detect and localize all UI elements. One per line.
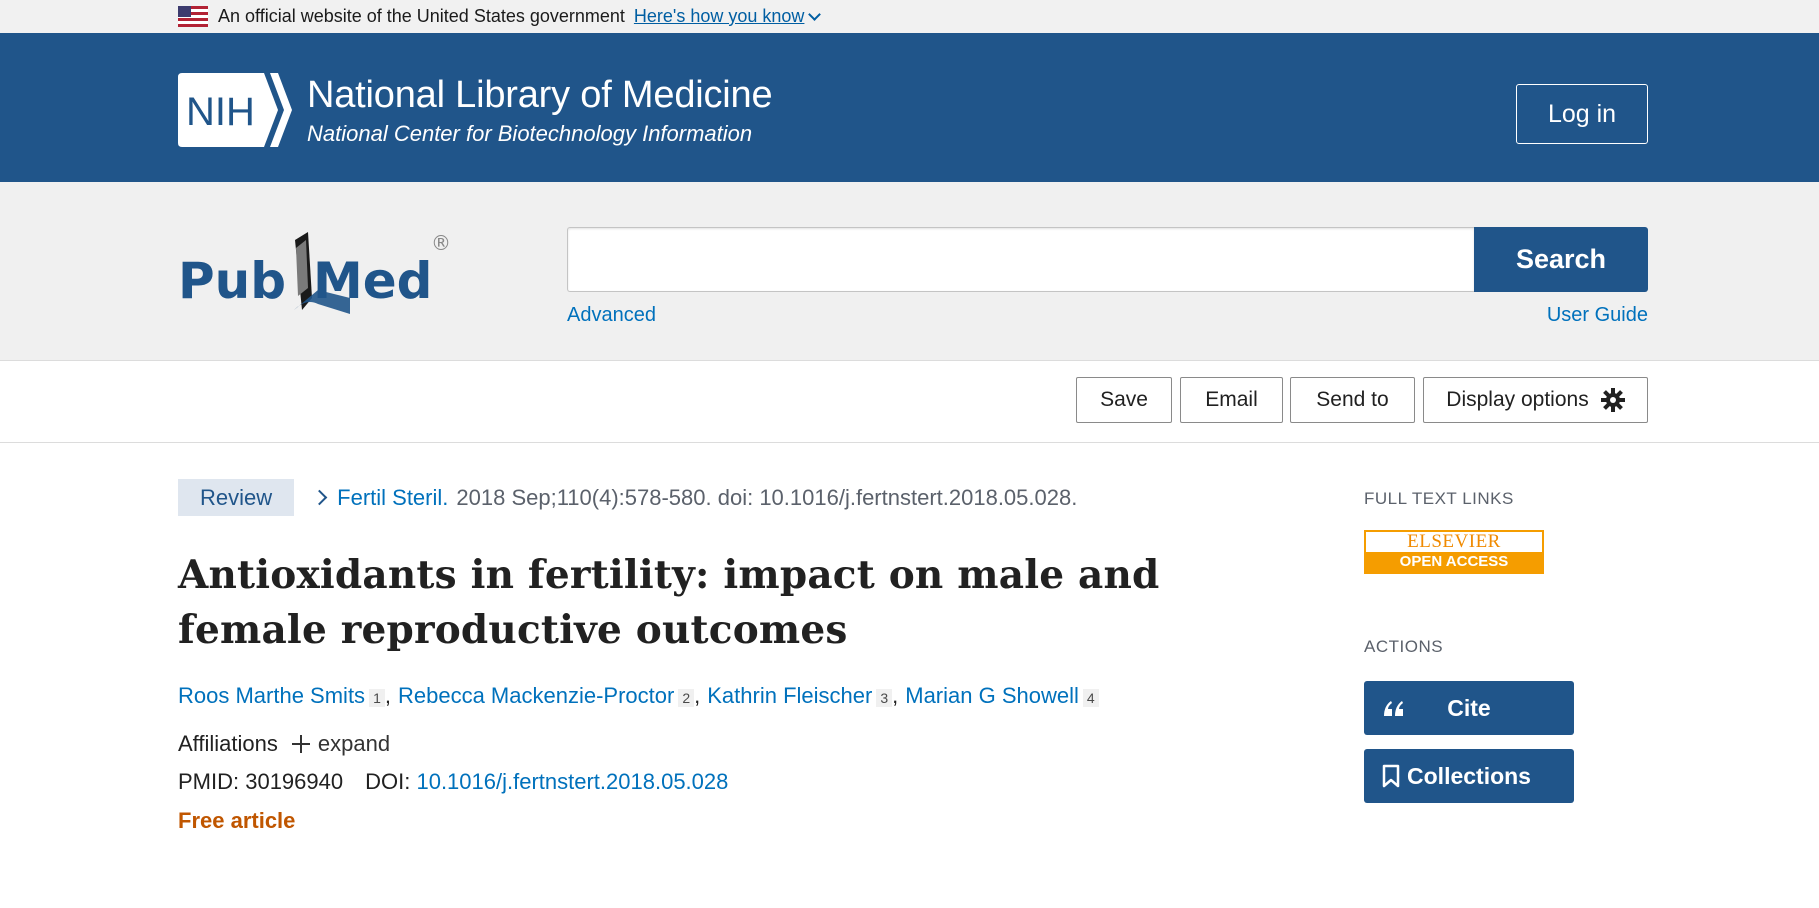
search-area: Pub Med ® Search Advanced User Guide [0,182,1819,361]
author-separator: , [384,683,391,708]
us-flag-icon [178,6,208,27]
pubmed-logo-pub: Pub [178,252,286,310]
nih-subtitle: National Center for Biotechnology Inform… [307,120,753,146]
article-main: Review Fertil Steril. 2018 Sep;110(4):57… [178,479,1278,834]
affiliation-number[interactable]: 3 [876,689,893,707]
affiliation-number[interactable]: 1 [369,689,385,707]
author-link[interactable]: Kathrin Fleischer [707,683,872,709]
expand-label: expand [317,731,391,756]
doi-row: DOI: 10.1016/j.fertnstert.2018.05.028 [365,769,728,795]
article-type-badge: Review [178,479,295,516]
nih-header: NIH National Library of Medicine Nationa… [0,33,1819,182]
article-title: Antioxidants in fertility: impact on mal… [178,552,1160,653]
affiliation-number[interactable]: 2 [678,689,695,707]
chevron-right-icon[interactable] [311,489,328,506]
search-input[interactable] [567,227,1474,292]
citation-text: 2018 Sep;110(4):578-580. doi: 10.1016/j.… [456,484,1078,510]
authors-list: Roos Marthe Smits 1, Rebecca Mackenzie-Pr… [178,683,1278,709]
plus-icon [291,735,310,753]
article-toolbar: Save Email Send to Display options [0,361,1819,443]
gov-banner-text: An official website of the United States… [218,6,625,26]
article-sidebar: FULL TEXT LINKS ELSEVIER OPEN ACCESS ACT… [1364,489,1584,803]
elsevier-open-access-link[interactable]: ELSEVIER OPEN ACCESS [1364,530,1544,574]
author-link[interactable]: Roos Marthe Smits [178,683,365,709]
save-button[interactable]: Save [1076,377,1172,423]
login-button[interactable]: Log in [1516,84,1648,144]
elsevier-logo-text: ELSEVIER [1407,531,1501,552]
author-separator: , [892,683,899,708]
how-you-know-link[interactable]: Here's how you know [633,6,822,27]
collections-button[interactable]: Collections [1364,749,1574,803]
doi-link[interactable]: 10.1016/j.fertnstert.2018.05.028 [416,769,728,794]
open-access-text: OPEN ACCESS [1366,552,1542,572]
collections-label: Collections [1407,762,1531,789]
nih-title: National Library of Medicine [307,74,773,116]
advanced-search-link[interactable]: Advanced [567,304,656,327]
pubmed-logo[interactable]: Pub Med ® [178,218,453,318]
display-options-button[interactable]: Display options [1423,377,1648,423]
article-ids: PMID: 30196940 DOI: 10.1016/j.fertnstert… [178,769,1278,795]
user-guide-link[interactable]: User Guide [1547,304,1648,327]
journal-link[interactable]: Fertil Steril. [337,485,448,511]
nih-logo[interactable]: NIH [178,73,294,147]
nih-logo-text: NIH [186,90,255,134]
author-separator: , [694,683,701,708]
article-meta: Review Fertil Steril. 2018 Sep;110(4):57… [178,479,1278,516]
full-text-links-heading: FULL TEXT LINKS [1364,489,1514,508]
gov-banner: An official website of the United States… [0,0,1819,33]
pmid: PMID: 30196940 [178,769,344,794]
email-button[interactable]: Email [1180,377,1283,423]
send-to-button[interactable]: Send to [1290,377,1415,423]
pubmed-logo-med: Med [313,252,432,310]
affiliation-number[interactable]: 4 [1082,689,1099,707]
free-article-label: Free article [178,808,296,833]
chevron-down-icon [808,7,822,21]
how-you-know-label: Here's how you know [633,6,805,26]
nih-title-block: National Library of Medicine National Ce… [307,74,773,147]
affiliations-row: Affiliations expand [178,731,1278,757]
cite-button[interactable]: Cite [1364,681,1574,735]
author-link[interactable]: Marian G Showell [905,683,1079,709]
search-button[interactable]: Search [1474,227,1648,292]
nih-logo-icon: NIH [178,73,292,147]
gear-icon [1600,388,1625,412]
actions-heading: ACTIONS [1364,637,1444,656]
display-options-label: Display options [1446,388,1589,411]
cite-label: Cite [1447,694,1491,721]
affiliations-label: Affiliations [178,731,278,756]
expand-affiliations-button[interactable]: expand [291,731,391,757]
doi-label: DOI: [365,769,411,794]
author-link[interactable]: Rebecca Mackenzie-Proctor [398,683,674,709]
registered-mark: ® [431,231,451,255]
